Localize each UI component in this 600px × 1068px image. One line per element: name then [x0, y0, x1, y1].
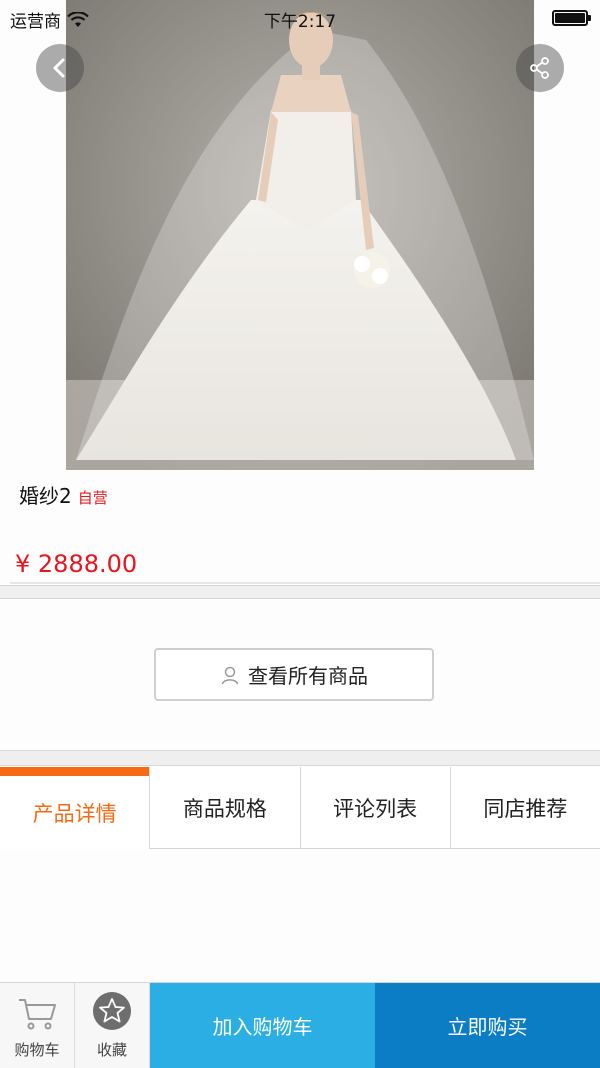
- tab-label: 同店推荐: [483, 796, 568, 821]
- product-photo[interactable]: [66, 0, 534, 470]
- detail-tabs: 产品详情 商品规格 评论列表 同店推荐: [0, 767, 600, 849]
- product-name: 婚纱2: [19, 484, 72, 508]
- add-to-cart-button[interactable]: 加入购物车: [150, 983, 375, 1068]
- add-to-cart-label: 加入购物车: [212, 1015, 313, 1039]
- cart-label: 购物车: [14, 1041, 60, 1059]
- cart-button[interactable]: 购物车: [0, 983, 75, 1068]
- tab-product-details[interactable]: 产品详情: [0, 767, 151, 849]
- divider: [10, 582, 600, 584]
- cart-icon: [19, 999, 56, 1030]
- view-all-products-button[interactable]: 查看所有商品: [154, 648, 434, 701]
- section-separator: [0, 750, 600, 766]
- self-operated-tag: 自营: [77, 489, 108, 507]
- chevron-left-icon: [53, 58, 65, 78]
- section-separator: [0, 585, 600, 599]
- product-title: 婚纱2 自营: [19, 480, 108, 509]
- favorite-label: 收藏: [96, 1041, 127, 1059]
- user-icon: [221, 666, 239, 684]
- view-all-label: 查看所有商品: [248, 664, 368, 688]
- tab-store-recommendations[interactable]: 同店推荐: [450, 767, 600, 849]
- share-icon: [530, 57, 549, 79]
- product-price: ¥ 2888.00: [15, 550, 138, 578]
- bottom-action-bar: 购物车 收藏 加入购物车 立即购买: [0, 982, 600, 1068]
- status-bar: 运营商 下午2:17: [0, 0, 600, 34]
- battery-icon: [552, 10, 591, 26]
- back-button[interactable]: [36, 44, 84, 92]
- star-icon: [93, 992, 131, 1030]
- tab-label: 评论列表: [333, 796, 418, 821]
- product-image-area: [0, 0, 600, 470]
- buy-now-button[interactable]: 立即购买: [375, 983, 600, 1068]
- tab-specifications[interactable]: 商品规格: [150, 767, 301, 849]
- buy-now-label: 立即购买: [447, 1015, 528, 1039]
- tab-reviews[interactable]: 评论列表: [300, 767, 451, 849]
- share-button[interactable]: [516, 44, 564, 92]
- favorite-button[interactable]: 收藏: [75, 983, 150, 1068]
- tab-label: 商品规格: [182, 796, 267, 821]
- tab-label: 产品详情: [32, 802, 117, 826]
- status-time: 下午2:17: [263, 12, 337, 32]
